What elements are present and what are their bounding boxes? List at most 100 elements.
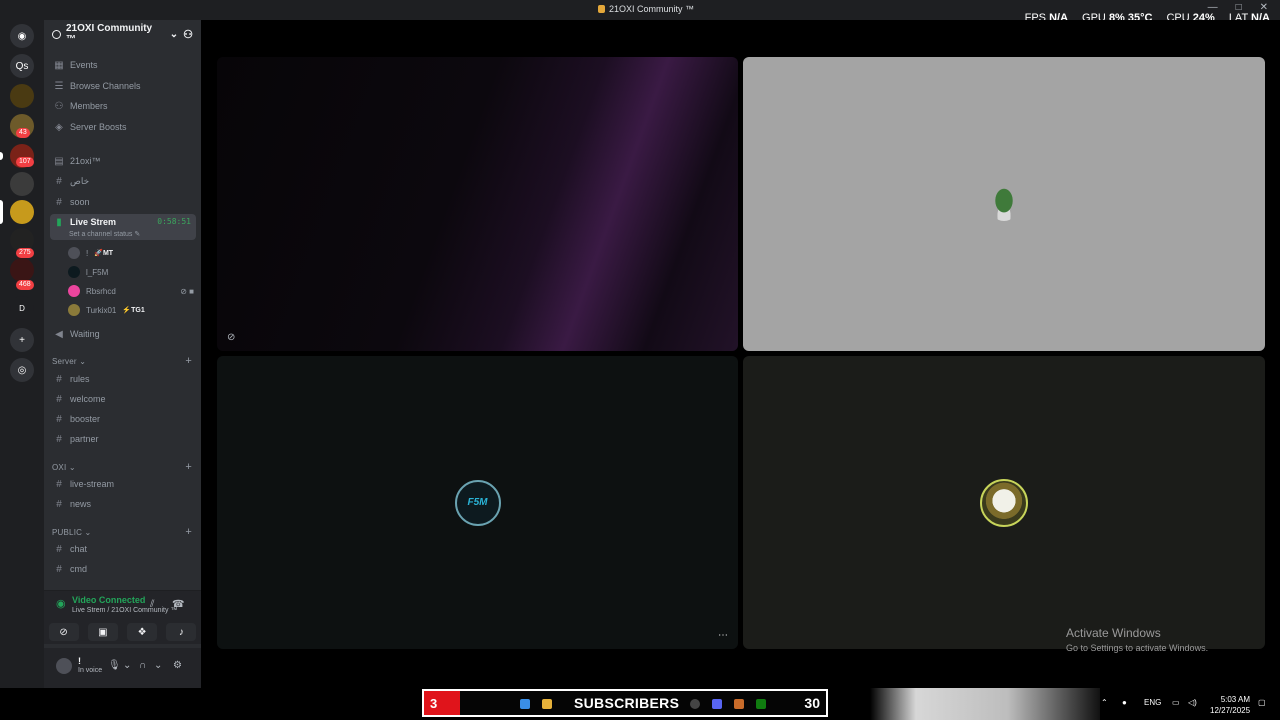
server-icon[interactable] (10, 258, 34, 282)
list-icon: ☰ (54, 80, 64, 92)
video-tile-f5m[interactable]: F5M ⋯ (217, 356, 738, 649)
character-sprite (989, 187, 1019, 221)
add-channel-icon[interactable]: + (185, 527, 192, 538)
sub-count-left: 3 (424, 691, 460, 715)
chevron-down-icon[interactable]: ⌄ (123, 660, 131, 671)
soundboard-button[interactable]: ♪ (166, 623, 197, 641)
voice-user[interactable]: l_F5M (68, 263, 194, 281)
unread-indicator (0, 152, 3, 160)
nav-members[interactable]: ⚇ Members (50, 97, 196, 115)
screen-share-button[interactable]: ▣ (87, 623, 118, 641)
voice-channel-waiting[interactable]: ◀ Waiting (50, 325, 196, 343)
disconnect-icon[interactable]: ☎ (172, 599, 184, 610)
nav-events[interactable]: ▦ Events (50, 56, 196, 74)
category-oxi[interactable]: OXI ⌄ + (52, 462, 192, 473)
chevron-down-icon: ⌄ (68, 463, 76, 472)
server-badge-icon (52, 29, 61, 39)
video-stage: ⊘ F5M ⋯ (201, 20, 1280, 688)
live-timer: 0:58:51 (157, 217, 191, 226)
video-tile-grey[interactable] (743, 57, 1265, 351)
channel-rules[interactable]: # rules (50, 370, 196, 388)
channel-private[interactable]: # خاص (50, 172, 196, 190)
category-public[interactable]: PUBLIC ⌄ + (52, 527, 192, 538)
user-avatar (980, 478, 1028, 527)
add-channel-icon[interactable]: + (185, 462, 192, 473)
server-icon[interactable] (10, 172, 34, 196)
xbox-icon[interactable] (756, 699, 766, 709)
language-indicator[interactable]: ENG (1144, 698, 1161, 707)
settings-gear-icon[interactable]: ⚙ (173, 660, 182, 671)
clock[interactable]: 5:03 AM 12/27/2025 (1210, 694, 1250, 716)
unread-badge: 275 (16, 248, 34, 258)
invite-icon[interactable]: ⚇ (183, 28, 193, 41)
activities-button[interactable]: ❖ (127, 623, 158, 641)
channel-booster[interactable]: # booster (50, 410, 196, 428)
pencil-icon: ✎ (134, 231, 141, 238)
channel-news[interactable]: # news (50, 495, 196, 513)
channel-partner[interactable]: # partner (50, 430, 196, 448)
category-server[interactable]: Server ⌄ + (52, 356, 192, 367)
start-icon[interactable] (520, 699, 530, 709)
discord-home-icon[interactable]: ◉ (10, 24, 34, 48)
user-panel: ! In voice 🎙︎ ⌄ ∩ ⌄ ⚙ (44, 648, 201, 688)
avatar (68, 304, 80, 316)
channel-chat[interactable]: # chat (50, 540, 196, 558)
voice-user[interactable]: Rbsrhcd ⊘ ■ (68, 282, 194, 300)
avatar[interactable] (56, 658, 72, 674)
server-header[interactable]: 21OXI Community ™ ⌄ ⚇ (44, 20, 201, 48)
calendar-icon: ▦ (54, 59, 64, 71)
nav-browse-channels[interactable]: ☰ Browse Channels (50, 77, 196, 95)
channel-status[interactable]: Set a channel status ✎ (69, 230, 140, 238)
hash-icon: # (56, 175, 62, 187)
speaker-icon: ◀ (55, 328, 63, 340)
vc-location[interactable]: Live Strem / 21OXI Community ™ (72, 607, 177, 614)
voice-user[interactable]: ! 🚀MT (68, 244, 194, 262)
channel-welcome[interactable]: # welcome (50, 390, 196, 408)
app-icon (598, 5, 605, 13)
notification-icon[interactable]: ▢ (1258, 698, 1266, 707)
nav-server-boosts[interactable]: ◈ Server Boosts (50, 118, 196, 136)
add-server-icon[interactable]: + (10, 328, 34, 352)
add-channel-icon[interactable]: + (185, 356, 192, 367)
network-icon[interactable]: ▭ (1172, 698, 1180, 707)
hash-icon: # (56, 393, 62, 405)
server-icon-qs[interactable]: Qs (10, 54, 34, 78)
chevron-down-icon[interactable]: ⌄ (154, 660, 162, 671)
server-folder-icon[interactable]: D (10, 296, 34, 320)
more-options-icon[interactable]: ⋯ (718, 630, 728, 641)
boost-icon: ◈ (55, 121, 63, 133)
noise-suppression-icon[interactable]: ⫽ (150, 599, 154, 610)
microphone-icon[interactable]: 🎙︎ (108, 660, 121, 671)
channel-soon[interactable]: # soon (50, 193, 196, 211)
app-icon[interactable] (690, 699, 700, 709)
hash-icon: # (56, 373, 62, 385)
muted-icon: ⊘ (180, 286, 187, 296)
chevron-down-icon: ⌄ (84, 528, 92, 537)
server-icon[interactable] (10, 84, 34, 108)
discover-icon[interactable]: ◎ (10, 358, 34, 382)
microphone-icon[interactable]: ● (1122, 698, 1127, 707)
app-icon[interactable] (734, 699, 744, 709)
server-rail: ◉ Qs 43 107 275 468 D + ◎ (0, 20, 44, 688)
text-channel-icon: ▤ (54, 155, 64, 167)
channel-sidebar: 21OXI Community ™ ⌄ ⚇ ▦ Events ☰ Browse Ch… (44, 20, 201, 688)
headphones-icon[interactable]: ∩ (139, 660, 146, 671)
camera-off-button[interactable]: ⊘ (48, 623, 79, 641)
channel-cmd[interactable]: # cmd (50, 560, 196, 578)
file-explorer-icon[interactable] (542, 699, 552, 709)
hash-icon: # (56, 433, 62, 445)
hash-icon: # (56, 543, 62, 555)
signal-icon: ◉ (56, 598, 66, 610)
volume-icon[interactable]: ◁) (1188, 698, 1197, 707)
chevron-up-icon[interactable]: ⌃ (1101, 698, 1108, 707)
discord-taskbar-icon[interactable] (712, 699, 722, 709)
sub-count-right: 30 (804, 695, 820, 711)
avatar (68, 266, 80, 278)
video-tile-stream[interactable]: ⊘ (217, 57, 738, 351)
channel-live-stream[interactable]: # live-stream (50, 475, 196, 493)
taskbar: 3 SUBSCRIBERS 30 ⌃ ● ENG ▭ ◁) 5:03 AM 12… (0, 688, 1280, 720)
video-tile-avatar[interactable] (743, 356, 1265, 649)
channel-21oxi[interactable]: ▤ 21oxi™ (50, 152, 196, 170)
voice-user[interactable]: Turkix01 ⚡TG1 (68, 301, 194, 319)
active-server-icon[interactable] (10, 200, 34, 224)
